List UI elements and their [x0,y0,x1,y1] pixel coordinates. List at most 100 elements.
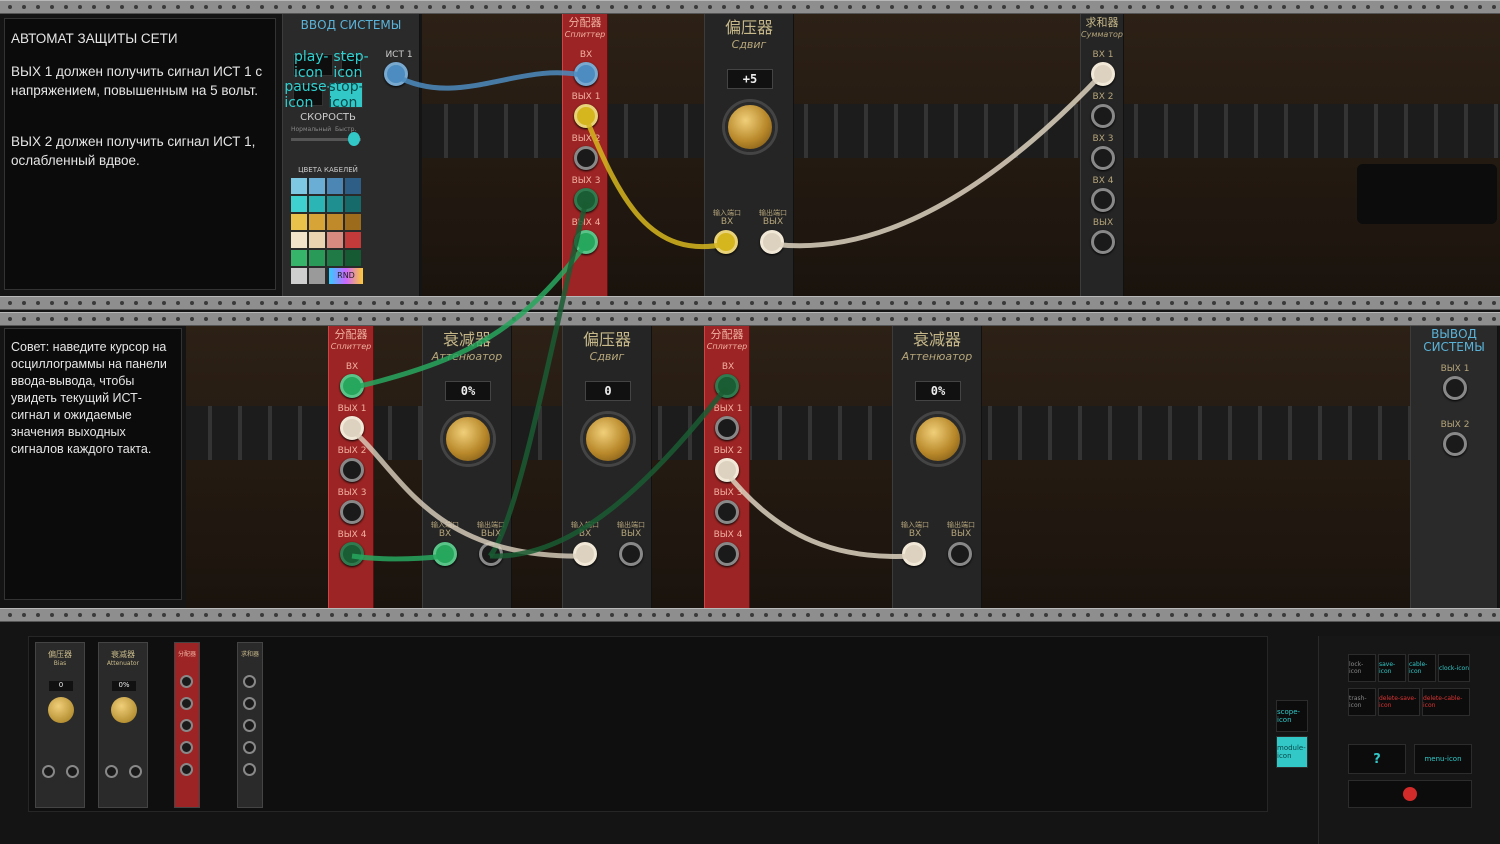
splitter-in-jack[interactable] [574,62,598,86]
task-title: АВТОМАТ ЗАЩИТЫ СЕТИ [11,31,178,46]
splitter-out1-jack[interactable] [574,104,598,128]
cable-color-swatch[interactable] [327,250,343,266]
splitter-out2-jack[interactable] [340,458,364,482]
splitter-out3-label: ВЫХ 3 [713,488,743,498]
splitter-out1-jack[interactable] [340,416,364,440]
bias-out-jack[interactable] [619,542,643,566]
bias-in-jack[interactable] [573,542,597,566]
splitter-module-top[interactable]: 分配器 Сплиттер ВХ ВЫХ 1 ВЫХ 2 ВЫХ 3 ВЫХ 4 [562,14,608,296]
attenuator-in-label: ВХ [438,529,452,539]
cable-color-swatch[interactable] [309,250,325,266]
summator-in4-jack[interactable] [1091,188,1115,212]
bias-module-bottom[interactable]: 偏压器 Сдвиг 0 输入端口 ВХ 输出端口 ВЫХ [562,326,652,608]
stop-button[interactable]: stop-icon [328,79,363,111]
output-2-jack[interactable] [1443,432,1467,456]
step-button[interactable]: step-icon [333,49,368,81]
menu-button[interactable]: menu-icon [1414,744,1472,774]
cable-color-swatch[interactable] [345,178,361,194]
bias-out-jack[interactable] [760,230,784,254]
splitter-in-jack[interactable] [715,374,739,398]
palette-splitter-module[interactable]: 分配器 [174,642,200,808]
attenuator-module-a[interactable]: 衰减器 Аттенюатор 0% 输入端口 ВХ 输出端口 ВЫХ [422,326,512,608]
scope-button[interactable]: scope-icon [1276,700,1308,732]
cable-color-swatch[interactable] [345,232,361,248]
splitter-out4-jack[interactable] [715,542,739,566]
splitter-module-bottom-a[interactable]: 分配器 Сплиттер ВХ ВЫХ 1 ВЫХ 2 ВЫХ 3 ВЫХ 4 [328,326,374,608]
palette-summator-module[interactable]: 求和器 [237,642,263,808]
summator-in2-jack[interactable] [1091,104,1115,128]
attenuator-out-jack[interactable] [479,542,503,566]
module-view-button[interactable]: module-icon [1276,736,1308,768]
attenuator-module-b[interactable]: 衰减器 Аттенюатор 0% 输入端口 ВХ 输出端口 ВЫХ [892,326,982,608]
bias-knob[interactable] [725,102,775,152]
splitter-out3-jack[interactable] [574,188,598,212]
cable-color-swatch[interactable] [327,232,343,248]
cable-color-swatch[interactable] [327,196,343,212]
cable-color-swatch[interactable] [345,250,361,266]
rnd-color-button[interactable]: RND [329,268,363,284]
splitter-module-bottom-b[interactable]: 分配器 Сплиттер ВХ ВЫХ 1 ВЫХ 2 ВЫХ 3 ВЫХ 4 [704,326,750,608]
cable-color-swatch[interactable] [291,196,307,212]
cable-color-swatch[interactable] [291,214,307,230]
cable-color-swatch[interactable] [309,232,325,248]
clock-button[interactable]: clock-icon [1438,654,1470,682]
splitter-out3-jack[interactable] [340,500,364,524]
play-button[interactable]: play-icon [293,49,333,81]
palette-sum-jack [243,697,256,710]
attenuator-in-jack[interactable] [433,542,457,566]
record-button[interactable] [1348,780,1472,808]
splitter-out2-jack[interactable] [574,146,598,170]
bias-in-jack[interactable] [714,230,738,254]
summator-in2-label: ВХ 2 [1092,92,1114,102]
summator-out-jack[interactable] [1091,230,1115,254]
help-button[interactable]: ? [1348,744,1406,774]
source-1-jack[interactable] [384,62,408,86]
cable-color-swatch[interactable] [309,214,325,230]
attenuator-knob[interactable] [913,414,963,464]
summator-module[interactable]: 求和器 Сумматор ВХ 1 ВХ 2 ВХ 3 ВХ 4 ВЫХ [1080,14,1124,296]
splitter-out3-jack[interactable] [715,500,739,524]
attenuator-out-label: ВЫХ [480,529,502,539]
palette-bias-module[interactable]: 偏压器 Bias 0 [35,642,85,808]
splitter-out4-jack[interactable] [340,542,364,566]
summator-in1-label: ВХ 1 [1092,50,1114,60]
summator-in1-jack[interactable] [1091,62,1115,86]
cable-button[interactable]: cable-icon [1408,654,1436,682]
cable-color-swatch[interactable] [291,268,307,284]
tip-panel: Совет: наведите курсор на осциллограммы … [4,328,182,600]
splitter-out4-label: ВЫХ 4 [571,218,601,228]
cable-color-swatch[interactable] [345,214,361,230]
cable-color-swatch[interactable] [327,178,343,194]
attenuator-knob[interactable] [443,414,493,464]
trash-button[interactable]: trash-icon [1348,688,1376,716]
delete-save-button[interactable]: delete-save-icon [1378,688,1420,716]
attenuator-in-jack[interactable] [902,542,926,566]
save-button[interactable]: save-icon [1378,654,1406,682]
cable-color-swatch[interactable] [291,232,307,248]
cable-color-swatch[interactable] [291,250,307,266]
palette-bias-display: 0 [49,681,73,691]
bias-knob[interactable] [583,414,633,464]
attenuator-out-jack[interactable] [948,542,972,566]
cable-color-swatch[interactable] [309,268,325,284]
splitter-out2-jack[interactable] [715,458,739,482]
cable-color-swatch[interactable] [309,178,325,194]
speed-slider-handle[interactable] [348,132,360,146]
splitter-in-jack[interactable] [340,374,364,398]
bias-out-label: ВЫХ [762,217,784,227]
cable-color-swatch[interactable] [327,214,343,230]
palette-attenuator-module[interactable]: 衰减器 Attenuator 0% [98,642,148,808]
output-1-jack[interactable] [1443,376,1467,400]
splitter-out4-jack[interactable] [574,230,598,254]
bias-module-top[interactable]: 偏压器 Сдвиг +5 输入端口 ВХ 输出端口 ВЫХ [704,14,794,296]
pause-button[interactable]: pause-icon [284,79,331,111]
palette-split-jack [180,697,193,710]
cable-color-swatch[interactable] [291,178,307,194]
splitter-out1-jack[interactable] [715,416,739,440]
lock-button[interactable]: lock-icon [1348,654,1376,682]
palette-bias-subtitle: Bias [53,660,67,667]
delete-cable-button[interactable]: delete-cable-icon [1422,688,1470,716]
cable-color-swatch[interactable] [345,196,361,212]
cable-color-swatch[interactable] [309,196,325,212]
summator-in3-jack[interactable] [1091,146,1115,170]
